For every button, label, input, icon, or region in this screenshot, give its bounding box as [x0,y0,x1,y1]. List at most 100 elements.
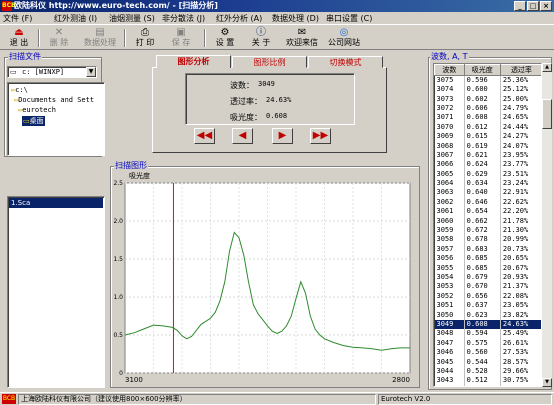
absorbance-chart[interactable]: 吸光度 2.5 2.0 1.5 1.0 0.5 0 3100 2800 [111,170,417,386]
cell-wavenumber: 3075 [434,75,465,85]
cell-wavenumber: 3070 [434,122,465,132]
table-row[interactable]: 3073 0.602 25.00% [434,94,541,104]
tree-item-documents[interactable]: ▭Documents and Sett [14,96,94,104]
tree-item-label: c:\ [15,86,28,94]
table-row[interactable]: 3052 0.656 22.08% [434,291,541,301]
table-row[interactable]: 3050 0.623 23.82% [434,310,541,320]
table-row[interactable]: 3075 0.596 25.36% [434,75,541,85]
menu-file[interactable]: 文件 (F) [3,13,32,24]
table-row[interactable]: 3053 0.670 21.37% [434,282,541,292]
cell-wavenumber: 3071 [434,113,465,123]
cell-wavenumber: 3055 [434,263,465,273]
print-label: 打 印 [135,38,155,47]
exit-icon: ⏏ [14,27,24,38]
double-left-arrow-icon: ◀◀ [196,130,213,141]
cell-absorbance: 0.528 [464,366,501,377]
column-header-wavenumber[interactable]: 波数 [434,64,465,76]
table-row[interactable]: 3048 0.594 25.49% [434,329,541,339]
next-button[interactable]: ▶ [272,128,293,144]
table-row[interactable]: 3063 0.640 22.91% [434,188,541,198]
table-scrollbar[interactable]: ▲ ▼ [542,63,552,387]
process-button[interactable]: ▤ 数据处理 [80,27,120,49]
scroll-thumb[interactable] [542,99,552,129]
cell-transmittance: 20.73% [500,244,541,255]
cell-wavenumber: 3056 [434,254,465,264]
table-row[interactable]: 3061 0.654 22.20% [434,207,541,217]
first-button[interactable]: ◀◀ [194,128,215,144]
menu-data-processing[interactable]: 数据处理 (D) [272,13,319,24]
previous-button[interactable]: ◀ [232,128,253,144]
scan-files-label: 扫描文件 [8,52,42,61]
close-button[interactable]: × [540,1,552,11]
tree-item-eurotech[interactable]: ▭eurotech [18,106,56,114]
cell-transmittance: 24.79% [500,103,541,114]
cell-transmittance: 23.77% [500,160,541,170]
cell-wavenumber: 3050 [434,310,465,320]
tab-graph-scale[interactable]: 图形比例 [232,56,307,68]
table-row[interactable]: 3051 0.637 23.05% [434,300,541,311]
menu-bar: 文件 (F) 红外测油 (I) 油烟测量 (S) 非分散法 (J) 红外分析 (… [0,12,554,25]
table-row[interactable]: 3044 0.528 29.66% [434,366,541,377]
chevron-down-icon[interactable]: ▼ [86,67,96,77]
website-button[interactable]: ◎ 公司网站 [324,27,364,49]
print-button[interactable]: ⎙ 打 印 [130,27,160,49]
cell-wavenumber: 3054 [434,272,465,283]
cell-absorbance: 0.606 [464,103,501,114]
list-item[interactable]: 1.Sca [9,198,103,208]
table-row[interactable]: 3043 0.512 30.75% [434,376,541,386]
cell-transmittance: 29.66% [500,366,541,377]
table-row[interactable]: 3071 0.608 24.65% [434,113,541,123]
table-row[interactable]: 3067 0.621 23.95% [434,150,541,161]
table-row[interactable]: 3065 0.629 23.51% [434,169,541,179]
table-row[interactable]: 3068 0.619 24.07% [434,141,541,151]
menu-nondispersive[interactable]: 非分散法 (J) [162,13,205,24]
info-icon: ⓘ [256,27,266,38]
column-header-absorbance[interactable]: 吸光度 [463,64,501,76]
table-row[interactable]: 3047 0.575 26.61% [434,338,541,348]
welcome-letter-button[interactable]: ✉ 欢迎来信 [282,27,322,49]
drive-select[interactable]: ▭ c: [WINXP] ▼ [7,66,97,78]
table-row[interactable]: 3060 0.662 21.78% [434,216,541,226]
table-row[interactable]: 3057 0.683 20.73% [434,244,541,255]
last-button[interactable]: ▶▶ [310,128,331,144]
tree-item-label: 桌面 [29,117,44,125]
menu-serial-port[interactable]: 串口设置 (C) [326,13,372,24]
table-row[interactable]: 3056 0.685 20.65% [434,254,541,264]
table-row[interactable]: 3055 0.685 20.67% [434,263,541,273]
cell-transmittance: 24.63% [500,319,541,330]
exit-button[interactable]: ⏏ 退 出 [4,27,34,49]
tab-graph-analysis[interactable]: 图形分析 [156,55,231,68]
table-row[interactable]: 30420.49831.79% [434,385,541,386]
table-row[interactable]: 3059 0.672 21.30% [434,225,541,236]
tree-item-root[interactable]: ▭c:\ [11,86,28,94]
scroll-up-arrow-icon[interactable]: ▲ [542,63,552,72]
delete-button[interactable]: ✕ 删 除 [44,27,74,49]
right-arrow-icon: ▶ [278,130,287,141]
minimize-button[interactable]: _ [514,1,526,11]
tree-item-desktop[interactable]: ▭桌面 [22,116,45,126]
table-row[interactable]: 3049 0.608 24.63% [434,319,541,330]
tab-switch-mode[interactable]: 切换模式 [308,56,383,68]
menu-ir-oil[interactable]: 红外测油 (I) [54,13,97,24]
table-row[interactable]: 3066 0.624 23.77% [434,160,541,170]
status-company: 上海欧陆科仪有限公司（建议使用800×600分辨率） [18,394,376,405]
table-row[interactable]: 3062 0.646 22.62% [434,197,541,208]
about-button[interactable]: ⓘ 关 于 [246,27,276,49]
column-header-transmittance[interactable]: 透过率 [499,64,541,76]
menu-ir-analysis[interactable]: 红外分析 (A) [216,13,262,24]
menu-fume[interactable]: 油烟测量 (S) [109,13,155,24]
table-row[interactable]: 3064 0.634 23.24% [434,178,541,189]
table-row[interactable]: 3072 0.606 24.79% [434,103,541,114]
table-row[interactable]: 3069 0.615 24.27% [434,131,541,142]
table-row[interactable]: 3058 0.678 20.99% [434,235,541,245]
scroll-down-arrow-icon[interactable]: ▼ [542,378,552,387]
table-row[interactable]: 3074 0.600 25.12% [434,85,541,95]
table-row[interactable]: 3054 0.679 20.93% [434,272,541,283]
cell-absorbance: 0.624 [464,160,501,170]
table-row[interactable]: 3070 0.612 24.44% [434,122,541,132]
maximize-button[interactable]: □ [527,1,539,11]
table-row[interactable]: 3046 0.560 27.53% [434,347,541,358]
save-button[interactable]: ▣ 保 存 [166,27,196,49]
table-row[interactable]: 3045 0.544 28.57% [434,357,541,367]
settings-button[interactable]: ⚙ 设 置 [210,27,240,49]
